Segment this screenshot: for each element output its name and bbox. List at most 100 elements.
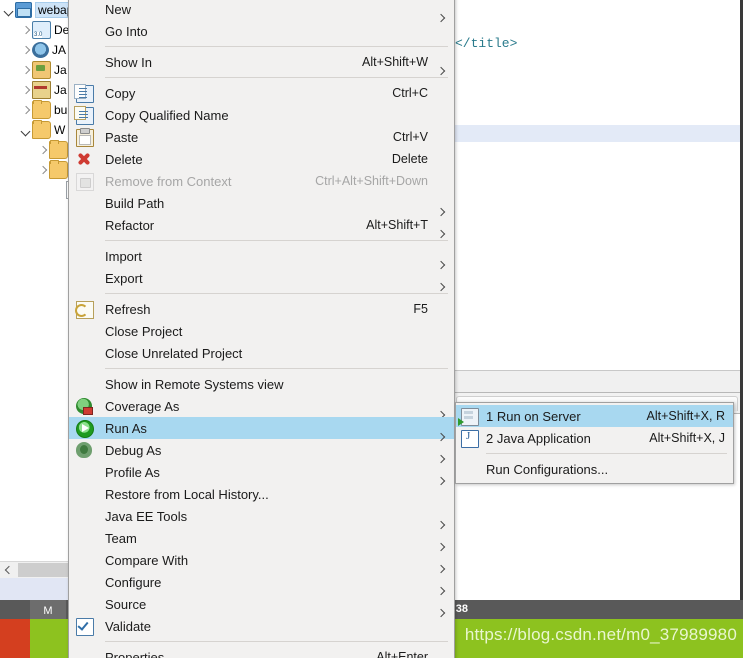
menu-item-team[interactable]: Team (69, 527, 454, 549)
context-menu[interactable]: New Go Into Show In Alt+Shift+W Copy Ctrl+C Co… (68, 0, 455, 658)
menu-item-accelerator: Alt+Shift+T (366, 218, 428, 232)
tree-item[interactable] (36, 140, 71, 160)
menu-separator (105, 293, 448, 294)
menu-item-export[interactable]: Export (69, 267, 454, 289)
tree-item-bu[interactable]: bu (19, 100, 67, 120)
jax-ws-icon (32, 42, 49, 58)
menu-item-label: Run As (105, 420, 147, 436)
menu-item-label: Source (105, 596, 147, 612)
tree-item-ja[interactable]: JA (19, 40, 66, 60)
paste-icon (76, 128, 94, 147)
menu-item-paste[interactable]: Paste Ctrl+V (69, 126, 454, 148)
tree-item[interactable] (36, 160, 71, 180)
menu-item-label: Team (105, 530, 137, 546)
menu-item-label: New (105, 1, 132, 17)
menu-item-accelerator: Delete (391, 152, 428, 166)
chevron-down-icon[interactable] (19, 124, 32, 137)
menu-item-java-ee-tools[interactable]: Java EE Tools (69, 505, 454, 527)
menu-item-remove-from-context: Remove from Context Ctrl+Alt+Shift+Down (69, 170, 454, 192)
submenu-item-2-java-application[interactable]: 2 Java Application Alt+Shift+X, J (456, 427, 733, 449)
menu-item-label: Export (105, 270, 143, 286)
tree-item-label: Ja (54, 63, 67, 77)
refresh-icon (75, 301, 94, 319)
coverage-as-icon (76, 398, 93, 415)
editor-code-line: </title> (455, 36, 518, 51)
menu-separator (105, 641, 448, 642)
menu-item-label: Show in Remote Systems view (105, 376, 284, 392)
menu-item-coverage-as[interactable]: Coverage As (69, 395, 454, 417)
chevron-right-icon[interactable] (19, 84, 32, 97)
menu-item-label: Refactor (105, 217, 155, 233)
menu-item-delete[interactable]: Delete Delete (69, 148, 454, 170)
chevron-right-icon[interactable] (19, 64, 32, 77)
menu-item-accelerator: F5 (413, 302, 428, 316)
context-menu-items[interactable]: New Go Into Show In Alt+Shift+W Copy Ctrl+C Co… (69, 0, 454, 658)
submenu-item-run-configurations[interactable]: Run Configurations... (456, 458, 733, 480)
project-icon (15, 2, 32, 18)
chevron-right-icon[interactable] (19, 104, 32, 117)
menu-item-label: Copy Qualified Name (105, 107, 229, 123)
chevron-right-icon[interactable] (36, 164, 49, 177)
menu-item-configure[interactable]: Configure (69, 571, 454, 593)
tree-item-label: W (54, 123, 66, 137)
copy-qualified-name-icon (74, 106, 94, 125)
chevron-down-icon[interactable] (2, 4, 15, 17)
menu-item-compare-with[interactable]: Compare With (69, 549, 454, 571)
chevron-right-icon[interactable] (19, 24, 32, 37)
menu-item-new[interactable]: New (69, 0, 454, 20)
menu-item-label: Compare With (105, 552, 189, 568)
run-as-submenu-items[interactable]: 1 Run on Server Alt+Shift+X, R 2 Java Appl… (456, 405, 733, 480)
menu-item-label: Go Into (105, 23, 148, 39)
tree-item-ja[interactable]: Ja (19, 80, 67, 100)
menu-item-source[interactable]: Source (69, 593, 454, 615)
menu-item-refresh[interactable]: Refresh F5 (69, 298, 454, 320)
delete-icon (76, 151, 92, 167)
menu-item-label: Show In (105, 54, 152, 70)
menu-item-refactor[interactable]: Refactor Alt+Shift+T (69, 214, 454, 236)
menu-item-label: Java EE Tools (105, 508, 188, 524)
submenu-item-1-run-on-server[interactable]: 1 Run on Server Alt+Shift+X, R (456, 405, 733, 427)
java-resources-icon (32, 61, 51, 79)
menu-item-label: Profile As (105, 464, 160, 480)
java-application-icon (461, 430, 479, 448)
run-as-submenu[interactable]: 1 Run on Server Alt+Shift+X, R 2 Java Appl… (455, 402, 734, 484)
menu-item-label: Validate (105, 618, 152, 634)
folder-icon (32, 120, 51, 139)
menu-item-label: Configure (105, 574, 162, 590)
menu-item-accelerator: Alt+Shift+X, J (649, 431, 725, 445)
menu-item-build-path[interactable]: Build Path (69, 192, 454, 214)
menu-item-label: Close Unrelated Project (105, 345, 243, 361)
menu-separator (105, 368, 448, 369)
menu-item-debug-as[interactable]: Debug As (69, 439, 454, 461)
menu-separator (486, 453, 727, 454)
menu-item-copy-qualified-name[interactable]: Copy Qualified Name (69, 104, 454, 126)
chevron-right-icon[interactable] (36, 144, 49, 157)
tree-item-w[interactable]: W (19, 120, 65, 140)
menu-item-run-as[interactable]: Run As (69, 417, 454, 439)
menu-item-copy[interactable]: Copy Ctrl+C (69, 82, 454, 104)
menu-item-validate[interactable]: Validate (69, 615, 454, 637)
menu-item-profile-as[interactable]: Profile As (69, 461, 454, 483)
menu-item-go-into[interactable]: Go Into (69, 20, 454, 42)
menu-item-accelerator: Alt+Shift+X, R (646, 409, 725, 423)
menu-item-import[interactable]: Import (69, 245, 454, 267)
java-libraries-icon (32, 81, 51, 99)
menu-item-close-project[interactable]: Close Project (69, 320, 454, 342)
remove-from-context-icon (76, 173, 94, 191)
menu-item-properties[interactable]: Properties Alt+Enter (69, 646, 454, 658)
menu-item-label: Remove from Context (105, 173, 232, 189)
menu-item-label: Properties (105, 649, 165, 658)
scroll-left-arrow-icon[interactable] (0, 562, 17, 578)
menu-item-label: Paste (105, 129, 139, 145)
chevron-right-icon[interactable] (19, 44, 32, 57)
tree-item-de[interactable]: De (19, 20, 69, 40)
menu-item-label: Coverage As (105, 398, 180, 414)
tree-item-label: Ja (54, 83, 67, 97)
menu-item-restore-from-local-history[interactable]: Restore from Local History... (69, 483, 454, 505)
code-editor[interactable]: </title> (452, 0, 743, 597)
tree-item-ja[interactable]: Ja (19, 60, 67, 80)
menu-item-label: 1 Run on Server (486, 408, 581, 424)
menu-item-show-in[interactable]: Show In Alt+Shift+W (69, 51, 454, 73)
menu-item-show-in-remote-systems-view[interactable]: Show in Remote Systems view (69, 373, 454, 395)
menu-item-close-unrelated-project[interactable]: Close Unrelated Project (69, 342, 454, 364)
